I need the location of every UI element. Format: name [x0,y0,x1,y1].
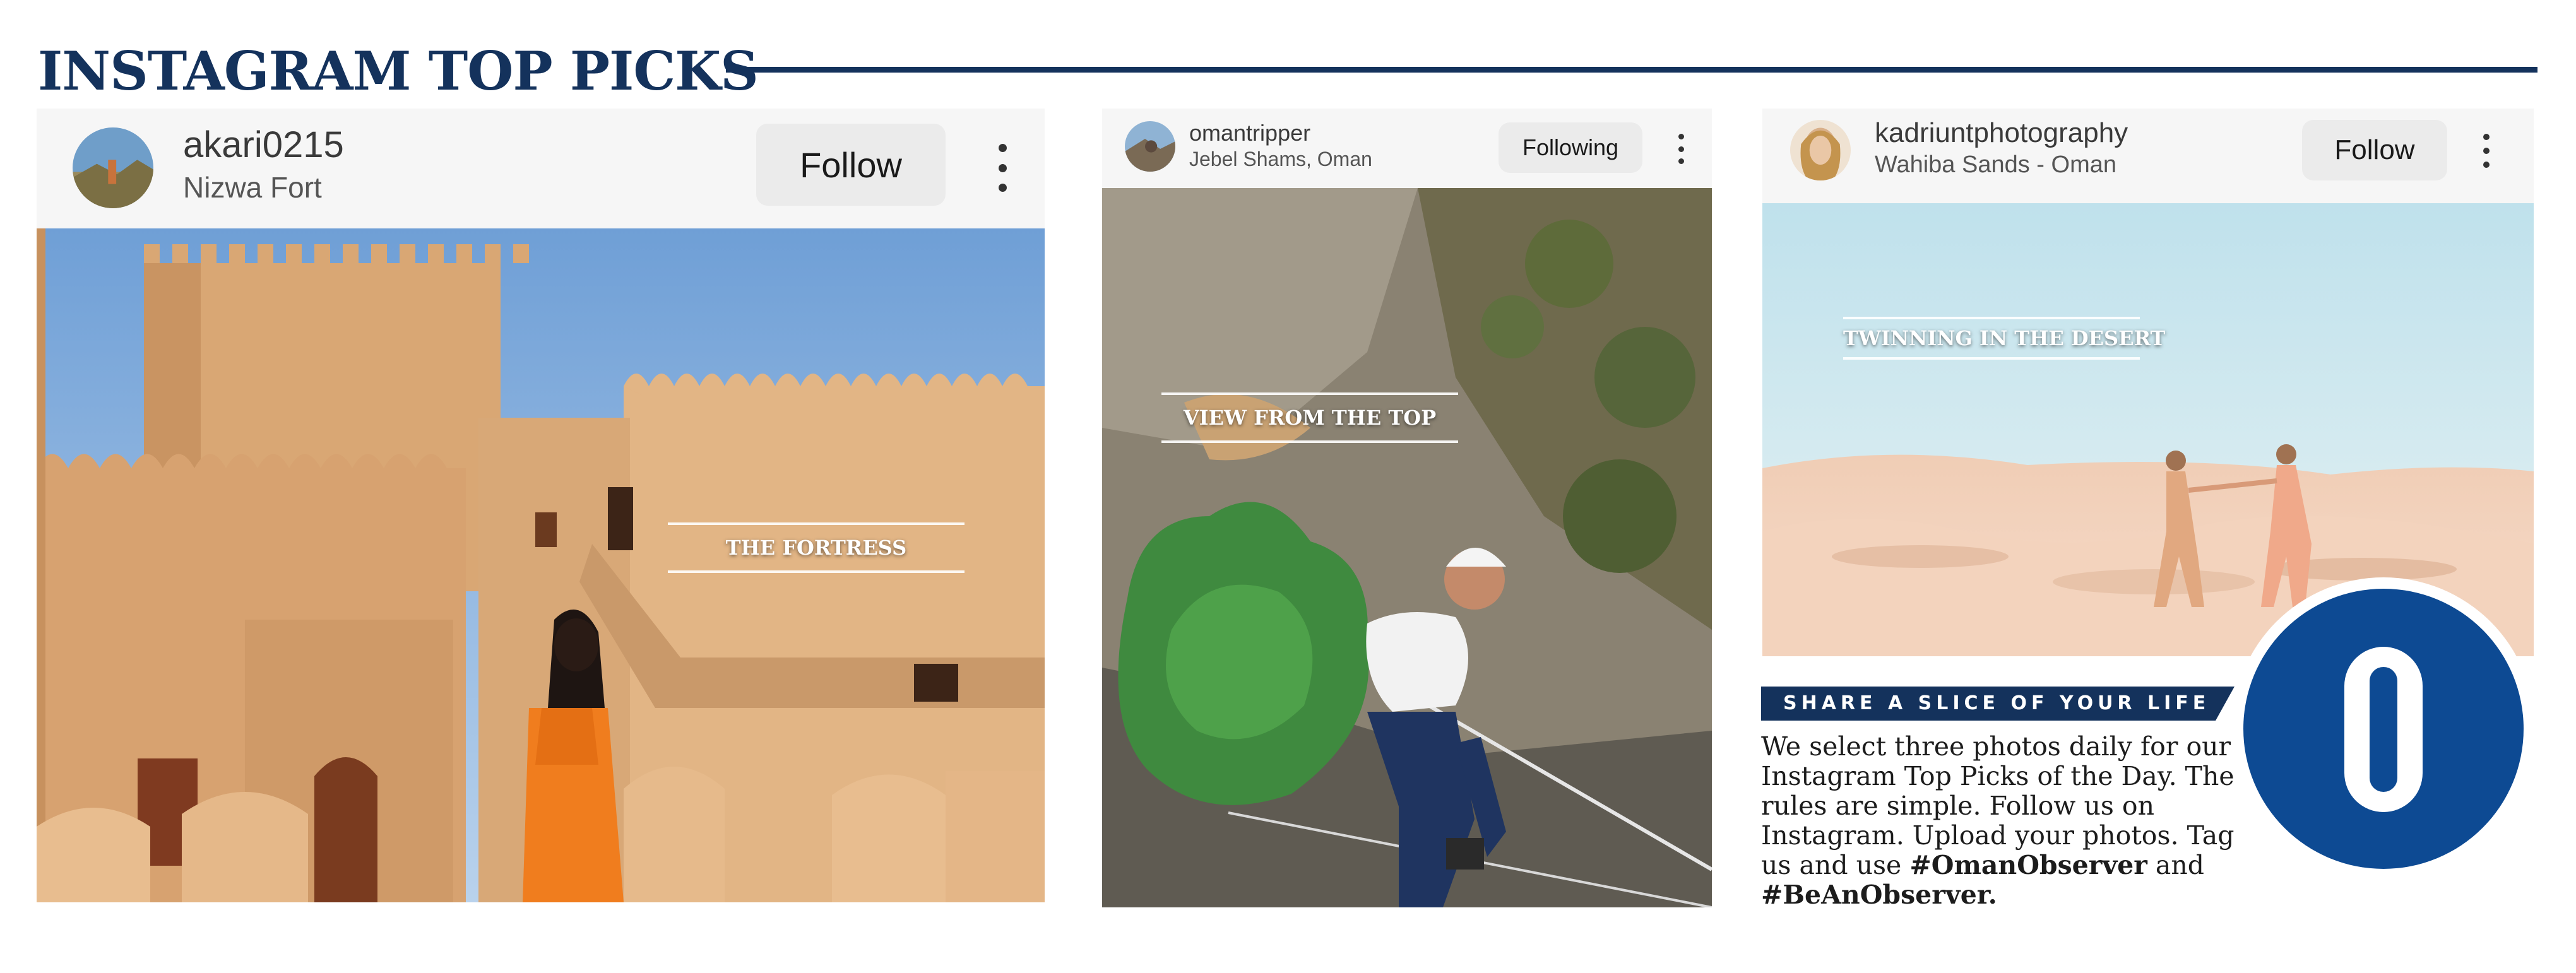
user-avatar[interactable] [1790,120,1851,180]
title-divider [726,67,2537,73]
post-header: kadriuntphotography Wahiba Sands - Oman … [1762,109,2534,203]
instagram-post-2: omantripper Jebel Shams, Oman Following [1102,109,1712,907]
post-username[interactable]: kadriuntphotography [1875,117,2128,149]
instagram-post-1: akari0215 Nizwa Fort Follow THE FORTRESS [37,109,1045,902]
follow-button[interactable]: Follow [756,124,946,206]
post-username[interactable]: akari0215 [183,124,344,166]
post-location[interactable]: Nizwa Fort [183,170,322,204]
user-avatar[interactable] [1125,121,1175,172]
info-text-and: and [2155,850,2205,880]
post-photo[interactable]: THE FORTRESS [37,228,1045,902]
post-location[interactable]: Jebel Shams, Oman [1189,148,1372,171]
user-avatar[interactable] [73,127,153,208]
post-photo[interactable]: VIEW FROM THE TOP [1102,188,1712,907]
oman-observer-logo [2232,577,2535,880]
instagram-post-3: kadriuntphotography Wahiba Sands - Oman … [1762,109,2534,656]
following-button[interactable]: Following [1499,122,1642,173]
post-header: akari0215 Nizwa Fort Follow [37,109,1045,228]
more-vertical-icon[interactable] [1677,134,1685,164]
more-vertical-icon[interactable] [2482,134,2491,168]
info-paragraph: We select three photos daily for our Ins… [1761,732,2260,910]
hashtag-be-an-observer[interactable]: #BeAnObserver. [1761,880,1997,910]
post-username[interactable]: omantripper [1189,120,1310,146]
share-banner-label: SHARE A SLICE OF YOUR LIFE [1783,692,2211,714]
hashtag-oman-observer[interactable]: #OmanObserver [1909,850,2147,880]
photo-caption: THE FORTRESS [668,522,965,573]
more-vertical-icon[interactable] [996,144,1009,192]
photo-caption: VIEW FROM THE TOP [1161,392,1458,443]
follow-button[interactable]: Follow [2302,120,2447,180]
post-header: omantripper Jebel Shams, Oman Following [1102,109,1712,188]
post-location[interactable]: Wahiba Sands - Oman [1875,151,2116,179]
page-title: INSTAGRAM TOP PICKS [38,40,759,102]
photo-caption: TWINNING IN THE DESERT [1843,317,2165,360]
